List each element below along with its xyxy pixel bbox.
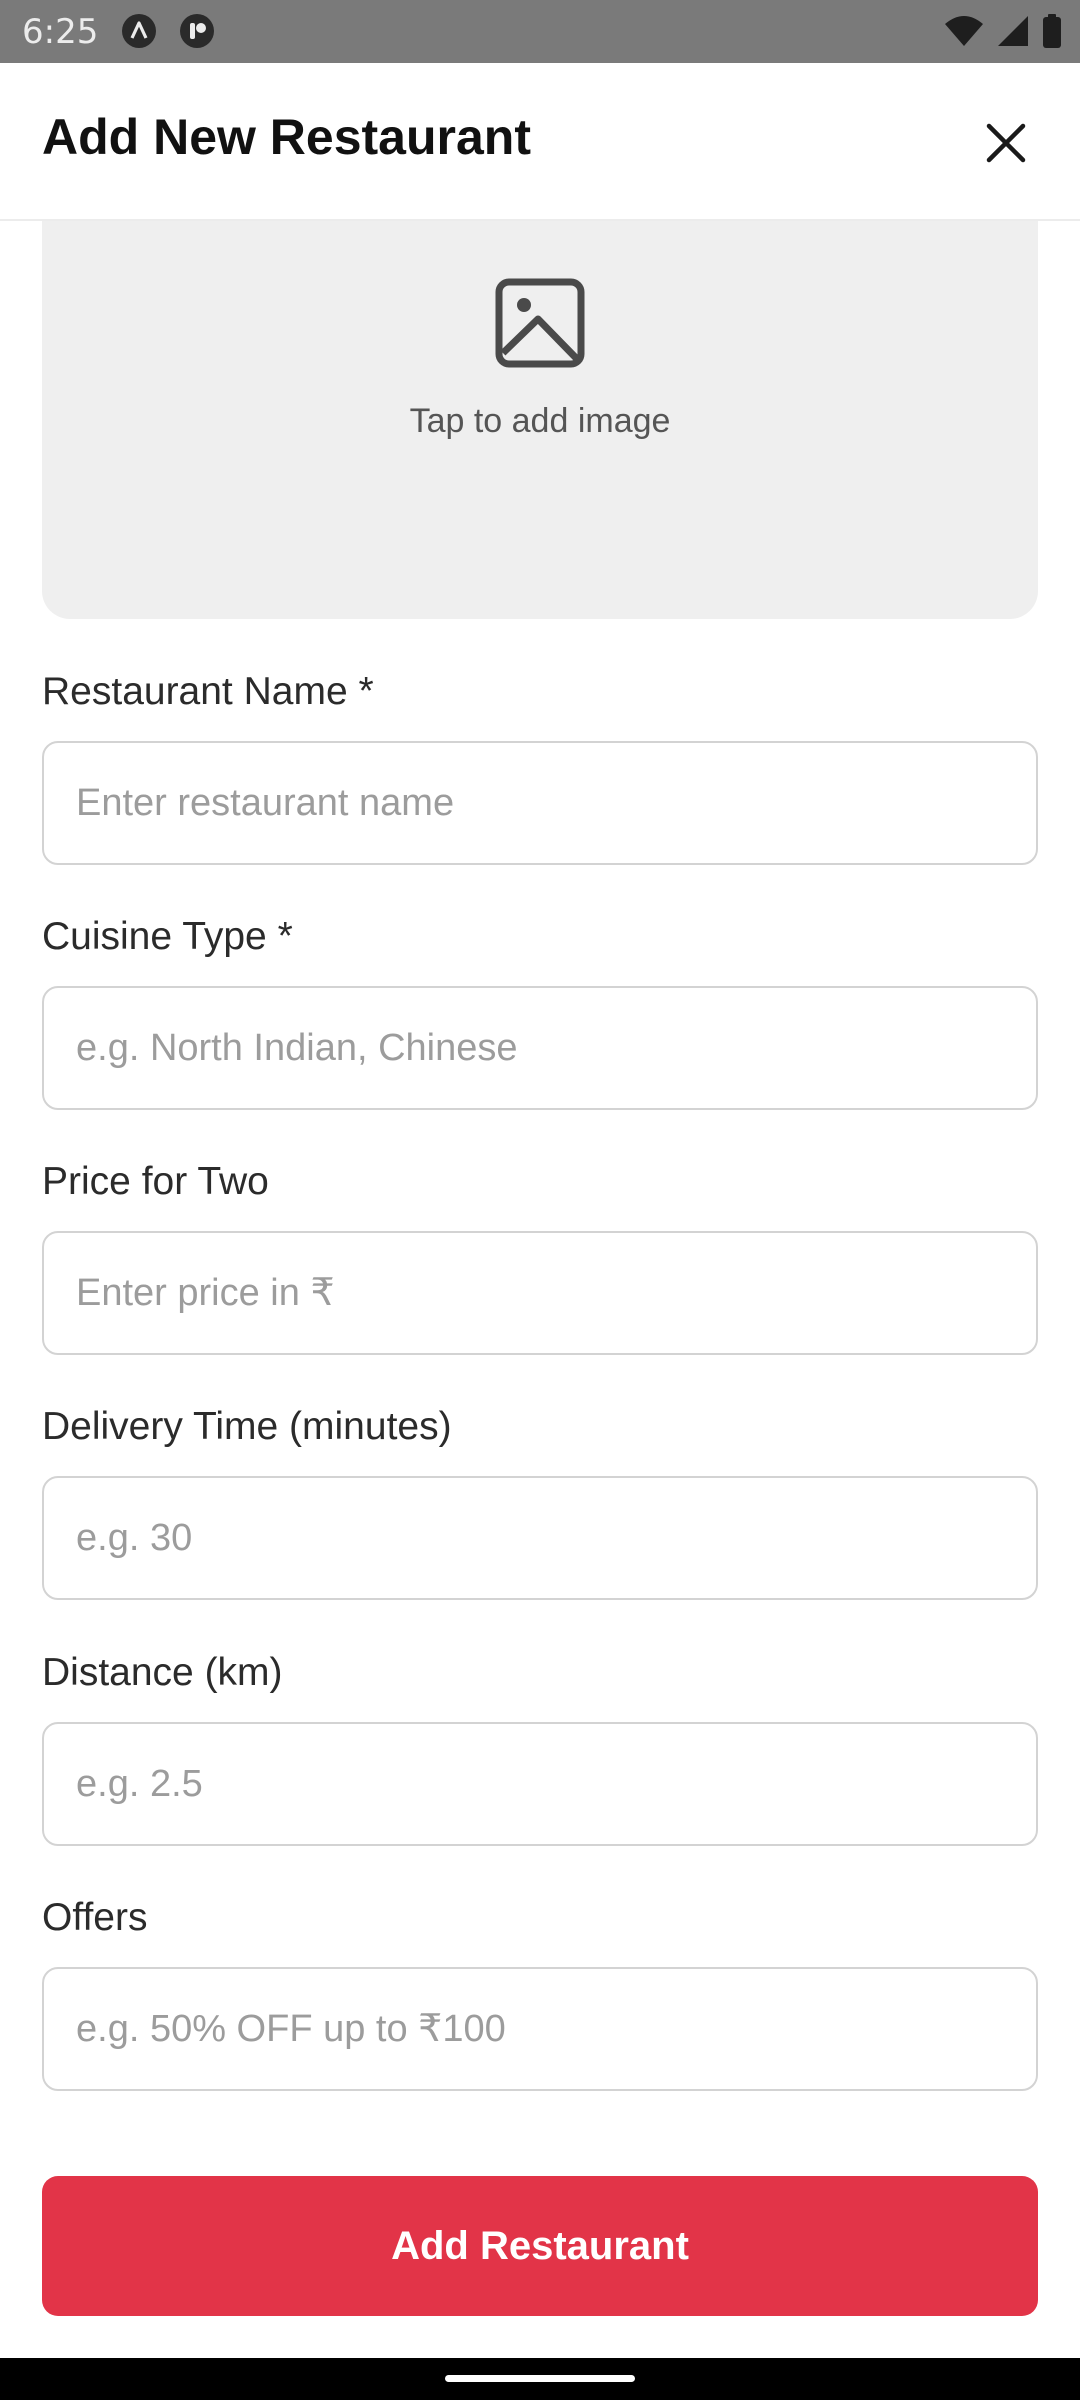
cuisine-type-input[interactable] bbox=[42, 986, 1038, 1110]
restaurant-name-input[interactable] bbox=[42, 741, 1038, 865]
delivery-time-label: Delivery Time (minutes) bbox=[42, 1405, 452, 1448]
gesture-handle[interactable] bbox=[445, 2375, 635, 2382]
status-icons bbox=[944, 13, 1062, 49]
cuisine-type-label: Cuisine Type * bbox=[42, 915, 293, 958]
navigation-bar bbox=[0, 2358, 1080, 2400]
image-picker-caption: Tap to add image bbox=[409, 402, 671, 440]
offers-input[interactable] bbox=[42, 1967, 1038, 2091]
battery-icon bbox=[1043, 14, 1061, 48]
wifi-icon bbox=[945, 16, 983, 46]
app-b-icon bbox=[180, 14, 214, 48]
status-time: 6:25 bbox=[22, 12, 99, 52]
image-icon bbox=[495, 278, 585, 368]
restaurant-name-label: Restaurant Name * bbox=[42, 670, 374, 713]
price-for-two-input[interactable] bbox=[42, 1231, 1038, 1355]
price-for-two-label: Price for Two bbox=[42, 1160, 269, 1203]
page-title: Add New Restaurant bbox=[42, 109, 531, 165]
close-button[interactable] bbox=[970, 107, 1042, 179]
add-restaurant-button[interactable]: Add Restaurant bbox=[42, 2176, 1038, 2316]
modal-header: Add New Restaurant bbox=[0, 63, 1080, 221]
distance-input[interactable] bbox=[42, 1722, 1038, 1846]
signal-icon bbox=[998, 16, 1028, 46]
offers-label: Offers bbox=[42, 1896, 148, 1939]
close-icon[interactable] bbox=[984, 121, 1028, 165]
status-bar: 6:25 bbox=[0, 0, 1080, 63]
app-a-icon bbox=[122, 14, 156, 48]
image-picker[interactable]: Tap to add image bbox=[42, 221, 1038, 619]
delivery-time-input[interactable] bbox=[42, 1476, 1038, 1600]
distance-label: Distance (km) bbox=[42, 1651, 283, 1694]
